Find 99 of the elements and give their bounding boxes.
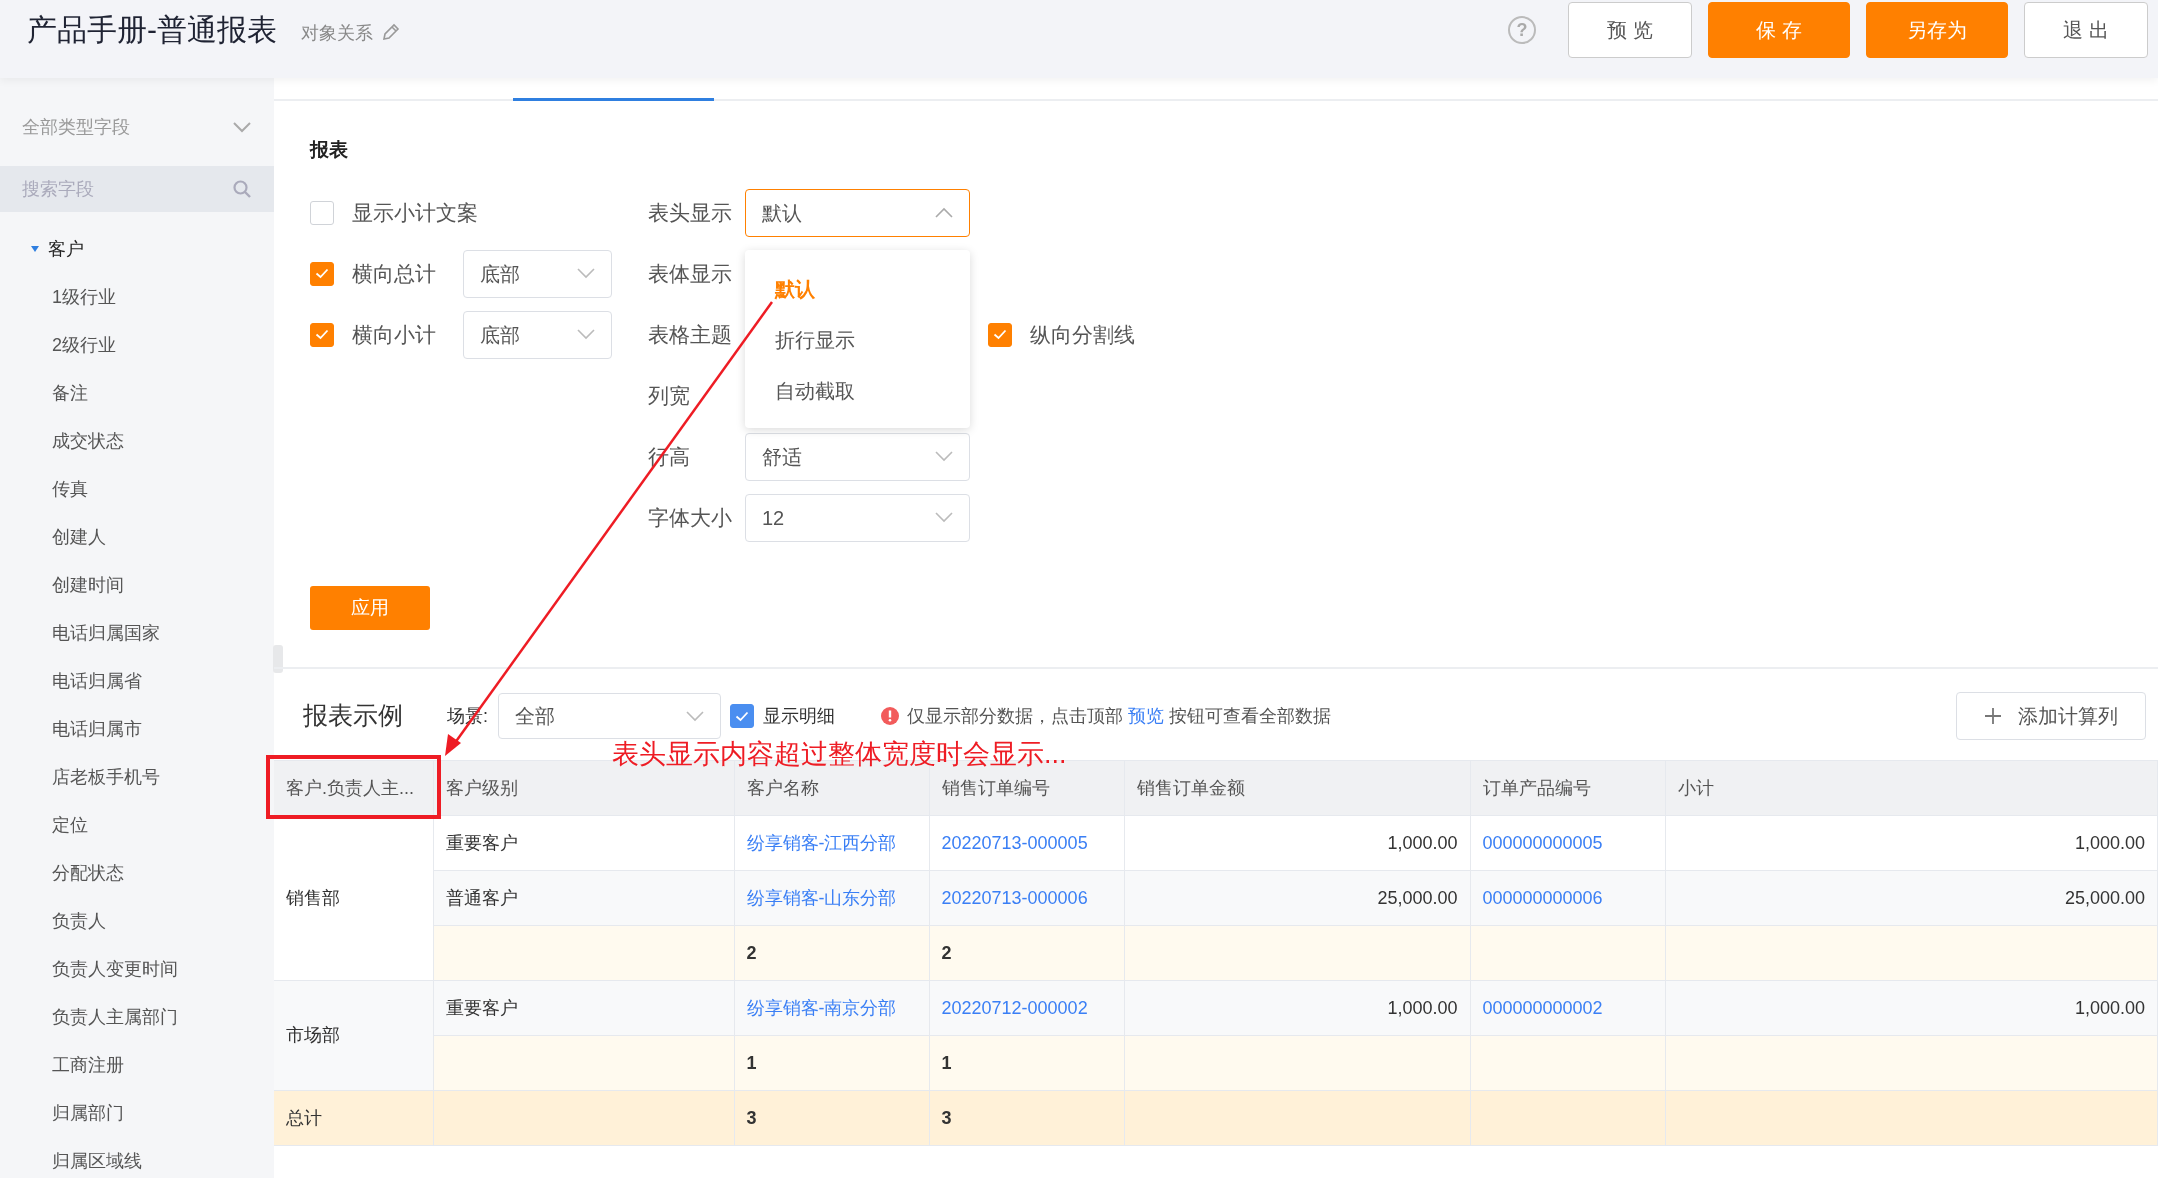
search-field[interactable]: 搜索字段 (0, 166, 274, 212)
table-cell: 重要客户 (433, 815, 734, 871)
table-cell: 重要客户 (433, 980, 734, 1036)
resize-handle[interactable] (273, 645, 283, 673)
field-item[interactable]: 分配状态 (0, 849, 274, 897)
link-cell[interactable]: 000000000006 (1470, 870, 1665, 926)
field-label: 表格主题 (648, 321, 733, 348)
checkbox[interactable] (730, 704, 754, 728)
menu-option[interactable]: 自动截取 (745, 366, 970, 417)
field-item[interactable]: 1级行业 (0, 273, 274, 321)
field-item[interactable]: 成交状态 (0, 417, 274, 465)
header-button[interactable]: 退 出 (2024, 2, 2148, 58)
column-header: 小计 (1665, 760, 2158, 816)
field-item[interactable]: 定位 (0, 801, 274, 849)
dropdown-select[interactable]: 全部 (498, 693, 721, 739)
field-item[interactable]: 2级行业 (0, 321, 274, 369)
chevron-down-icon (686, 710, 704, 722)
chevron-down-icon (935, 512, 953, 523)
table-cell: 1 (734, 1035, 929, 1091)
table-cell: 普通客户 (433, 870, 734, 926)
field-item[interactable]: 创建人 (0, 513, 274, 561)
field-item[interactable]: 电话归属市 (0, 705, 274, 753)
checkmark-icon (993, 329, 1007, 340)
field-item[interactable]: 电话归属国家 (0, 609, 274, 657)
table-cell: 1 (929, 1035, 1124, 1091)
table-cell: 1,000.00 (1665, 815, 2158, 871)
link-cell[interactable]: 20220712-000002 (929, 980, 1124, 1036)
dropdown-select[interactable]: 12 (745, 493, 970, 542)
tree-node[interactable]: 客户 (0, 225, 274, 273)
checkbox[interactable] (310, 261, 334, 286)
link-cell[interactable]: 纷享销客-山东分部 (734, 870, 929, 926)
checkmark-icon (315, 329, 329, 340)
checkmark-icon (735, 710, 749, 722)
dropdown-select[interactable]: 底部 (463, 249, 612, 298)
table-cell: 3 (734, 1090, 929, 1146)
field-label: 表体显示 (648, 260, 733, 287)
menu-option[interactable]: 折行显示 (745, 315, 970, 366)
checkbox[interactable] (310, 200, 334, 225)
column-header: 销售订单金额 (1124, 760, 1470, 816)
field-item[interactable]: 创建时间 (0, 561, 274, 609)
link-cell[interactable]: 000000000002 (1470, 980, 1665, 1036)
link-cell[interactable]: 纷享销客-江西分部 (734, 815, 929, 871)
field-item[interactable]: 工商注册 (0, 1041, 274, 1089)
chevron-down-icon (577, 329, 595, 340)
table-cell: 3 (929, 1090, 1124, 1146)
field-label: 表头显示 (648, 199, 733, 226)
option-label: 横向总计 (352, 260, 437, 287)
add-column-button[interactable]: 添加计算列 (1956, 692, 2146, 740)
field-item[interactable]: 店老板手机号 (0, 753, 274, 801)
subtitle: 对象关系 (301, 22, 373, 45)
dropdown-select[interactable]: 舒适 (745, 432, 970, 481)
chevron-down-icon (935, 451, 953, 462)
field-item[interactable]: 传真 (0, 465, 274, 513)
table-cell: 1,000.00 (1124, 980, 1470, 1036)
link-cell[interactable]: 20220713-000005 (929, 815, 1124, 871)
search-icon (232, 179, 252, 199)
field-item[interactable]: 负责人变更时间 (0, 945, 274, 993)
option-label: 纵向分割线 (1030, 321, 1135, 348)
field-label: 列宽 (648, 382, 691, 409)
field-item[interactable]: 归属区域线 (0, 1137, 274, 1178)
section-title: 报表示例 (303, 700, 403, 732)
field-item[interactable]: 归属部门 (0, 1089, 274, 1137)
group-cell: 市场部 (274, 980, 433, 1091)
plus-icon (1984, 707, 2002, 725)
table-cell: 25,000.00 (1665, 870, 2158, 926)
chevron-down-icon (232, 121, 252, 133)
dropdown-select[interactable]: 底部 (463, 310, 612, 359)
warning-icon (881, 707, 899, 725)
header-button[interactable]: 预 览 (1568, 2, 1692, 58)
table-cell: 1,000.00 (1124, 815, 1470, 871)
link-cell[interactable]: 20220713-000006 (929, 870, 1124, 926)
table-cell: 总计 (274, 1090, 433, 1146)
link-cell[interactable]: 000000000005 (1470, 815, 1665, 871)
table-cell: 2 (929, 925, 1124, 981)
table-cell: 1,000.00 (1665, 980, 2158, 1036)
preview-link[interactable]: 预览 (1128, 705, 1165, 726)
section-title: 报表 (310, 138, 349, 162)
checkmark-icon (315, 268, 329, 279)
table-cell: 25,000.00 (1124, 870, 1470, 926)
checkbox[interactable] (310, 322, 334, 347)
page-title: 产品手册-普通报表 (27, 12, 277, 48)
chevron-down-icon (577, 268, 595, 279)
caret-icon[interactable] (30, 244, 40, 254)
notice-text: 仅显示部分数据，点击顶部 预览 按钮可查看全部数据 (907, 704, 1332, 728)
field-item[interactable]: 负责人 (0, 897, 274, 945)
option-label: 显示小计文案 (352, 199, 478, 226)
chevron-up-icon (935, 207, 953, 218)
field-item[interactable]: 电话归属省 (0, 657, 274, 705)
link-cell[interactable]: 纷享销客-南京分部 (734, 980, 929, 1036)
field-item[interactable]: 负责人主属部门 (0, 993, 274, 1041)
checkbox-label: 显示明细 (763, 704, 835, 728)
checkbox[interactable] (988, 322, 1012, 347)
pencil-icon[interactable] (381, 22, 401, 42)
option-label: 横向小计 (352, 321, 437, 348)
field-item[interactable]: 备注 (0, 369, 274, 417)
column-header: 订单产品编号 (1470, 760, 1665, 816)
table-cell: 2 (734, 925, 929, 981)
field-label: 字体大小 (648, 504, 733, 531)
dropdown-select[interactable]: 默认 (745, 188, 970, 237)
